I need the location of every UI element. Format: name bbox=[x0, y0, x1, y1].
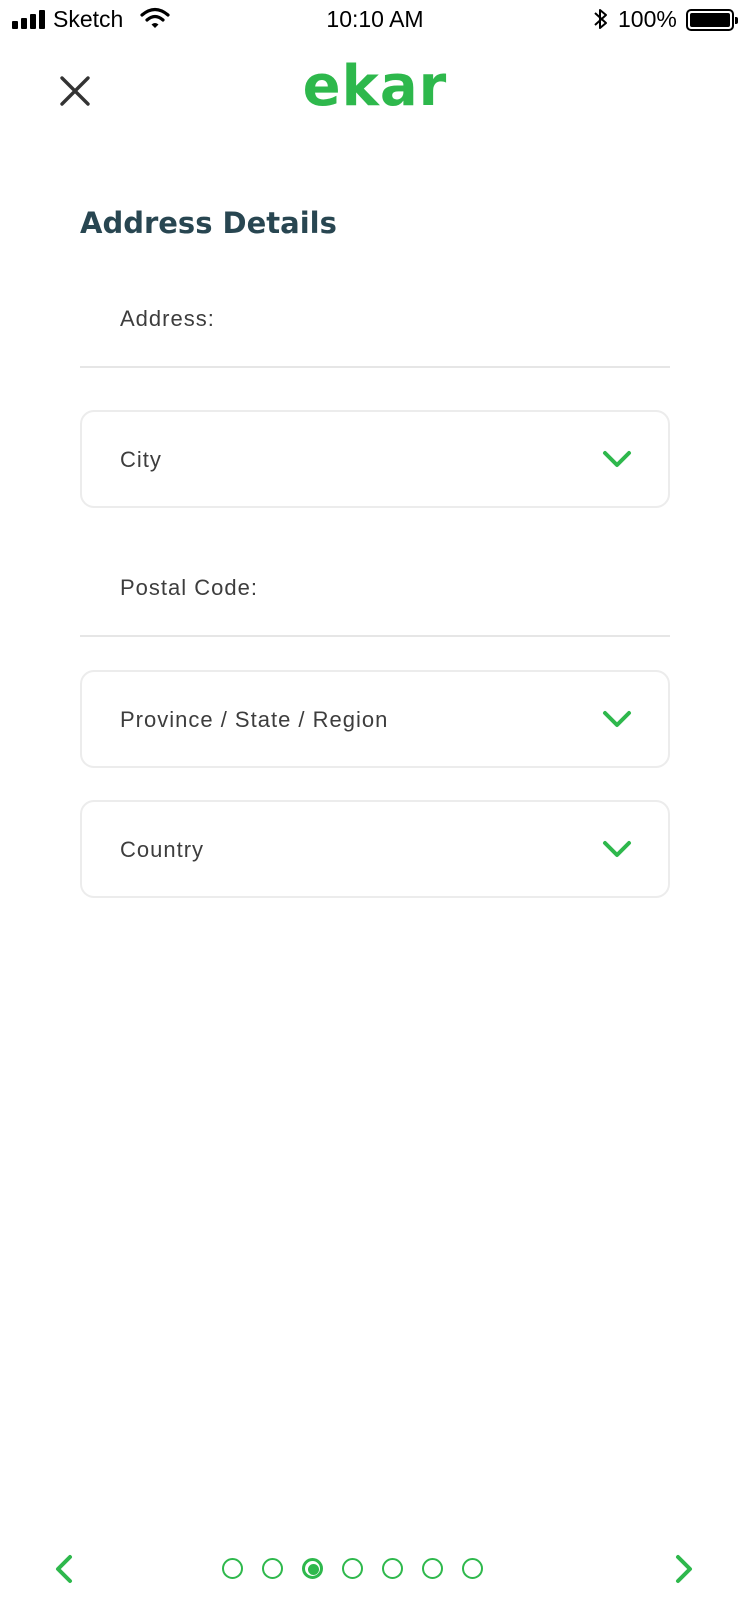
bluetooth-icon bbox=[594, 9, 607, 29]
battery-icon bbox=[686, 9, 738, 31]
page-title: Address Details bbox=[80, 206, 337, 240]
status-bar: Sketch 10:10 AM 100% bbox=[0, 0, 750, 40]
step-dot-2[interactable] bbox=[262, 1558, 283, 1579]
step-indicator bbox=[222, 1558, 483, 1579]
postal-code-label: Postal Code: bbox=[120, 575, 258, 600]
country-label: Country bbox=[120, 837, 205, 862]
chevron-down-icon bbox=[603, 841, 631, 857]
country-select[interactable]: Country bbox=[80, 800, 670, 898]
step-dot-7[interactable] bbox=[462, 1558, 483, 1579]
battery-percentage: 100% bbox=[618, 6, 677, 32]
step-dot-3[interactable] bbox=[302, 1558, 323, 1579]
city-select[interactable]: City bbox=[80, 410, 670, 508]
ekar-logo: ekar bbox=[302, 54, 448, 119]
address-label: Address: bbox=[120, 306, 215, 331]
region-label: Province / State / Region bbox=[120, 707, 389, 732]
chevron-down-icon bbox=[603, 451, 631, 467]
step-dot-4[interactable] bbox=[342, 1558, 363, 1579]
step-dot-1[interactable] bbox=[222, 1558, 243, 1579]
city-label: City bbox=[120, 447, 162, 472]
postal-code-field[interactable]: Postal Code: bbox=[80, 541, 670, 637]
step-dot-6[interactable] bbox=[422, 1558, 443, 1579]
chevron-down-icon bbox=[603, 711, 631, 727]
province-state-region-select[interactable]: Province / State / Region bbox=[80, 670, 670, 768]
step-dot-5[interactable] bbox=[382, 1558, 403, 1579]
chevron-left-icon[interactable] bbox=[52, 1553, 76, 1585]
chevron-right-icon[interactable] bbox=[672, 1553, 696, 1585]
address-field[interactable]: Address: bbox=[80, 272, 670, 368]
